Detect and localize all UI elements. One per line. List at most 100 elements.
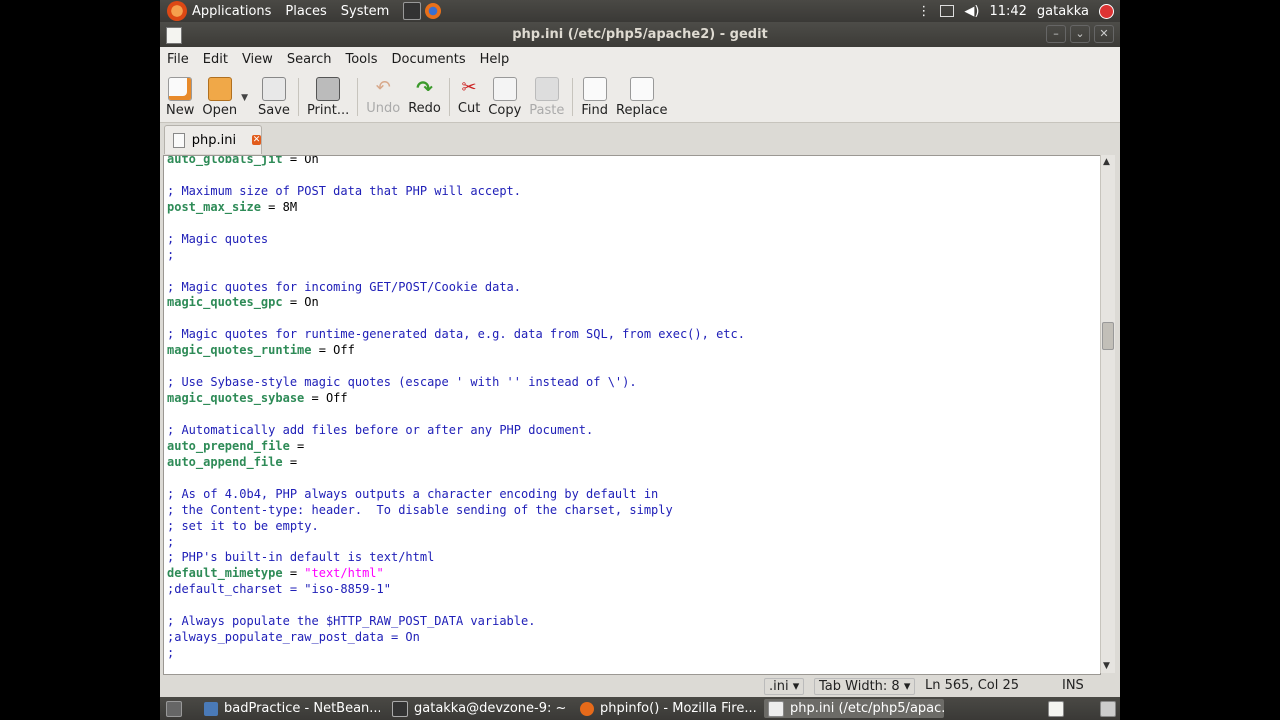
user-menu[interactable]: gatakka [1037, 4, 1089, 19]
code-line[interactable]: ; Magic quotes [167, 232, 745, 248]
code-line[interactable] [167, 359, 745, 375]
gedit-app-icon[interactable] [166, 27, 182, 44]
firefox-launcher-icon[interactable] [425, 3, 442, 19]
save-button[interactable]: Save [258, 71, 290, 118]
code-line[interactable]: ; Use Sybase-style magic quotes (escape … [167, 375, 745, 391]
code-line[interactable]: default_mimetype = "text/html" [167, 566, 745, 582]
code-line[interactable] [167, 216, 745, 232]
open-button[interactable]: Open [202, 71, 237, 118]
volume-icon[interactable]: ◀) [964, 4, 979, 19]
print-button[interactable]: Print... [307, 71, 349, 118]
places-menu[interactable]: Places [285, 4, 326, 19]
redo-label: Redo [408, 101, 441, 116]
code-line[interactable]: ;default_charset = "iso-8859-1" [167, 582, 745, 598]
tab-php-ini[interactable]: php.ini ✕ [164, 125, 262, 154]
menu-tools[interactable]: Tools [345, 52, 377, 67]
code-line[interactable]: ; [167, 248, 745, 264]
code-line[interactable] [167, 598, 745, 614]
terminal-launcher-icon[interactable] [403, 2, 422, 20]
maximize-button[interactable]: ⌄ [1070, 25, 1090, 43]
code-line[interactable]: magic_quotes_gpc = On [167, 295, 745, 311]
code-line[interactable] [167, 471, 745, 487]
system-menu[interactable]: System [341, 4, 389, 19]
taskbar-label: phpinfo() - Mozilla Fire... [600, 701, 756, 716]
vertical-scrollbar[interactable]: ▲ ▼ [1100, 155, 1115, 673]
window-titlebar[interactable]: php.ini (/etc/php5/apache2) - gedit – ⌄ … [160, 22, 1120, 47]
menu-help[interactable]: Help [480, 52, 510, 67]
menu-view[interactable]: View [242, 52, 273, 67]
paste-button[interactable]: Paste [529, 71, 564, 118]
find-button[interactable]: Find [581, 71, 608, 118]
code-line[interactable]: ; Magic quotes for runtime-generated dat… [167, 327, 745, 343]
tab-close-icon[interactable]: ✕ [252, 135, 261, 145]
code-line[interactable] [167, 311, 745, 327]
code-line[interactable]: ; PHP's built-in default is text/html [167, 550, 745, 566]
code-line[interactable]: ; Magic quotes for incoming GET/POST/Coo… [167, 280, 745, 296]
taskbar-item-firefox[interactable]: phpinfo() - Mozilla Fire... [576, 699, 756, 718]
open-label: Open [202, 103, 238, 118]
printer-icon [316, 77, 341, 101]
code-line[interactable]: magic_quotes_sybase = Off [167, 391, 745, 407]
taskbar-item-netbeans[interactable]: badPractice - NetBean... [200, 699, 380, 718]
code-key: default_mimetype [167, 566, 283, 581]
code-line[interactable]: magic_quotes_runtime = Off [167, 343, 745, 359]
menu-search[interactable]: Search [287, 52, 332, 67]
menu-edit[interactable]: Edit [203, 52, 228, 67]
copy-icon [492, 77, 517, 101]
code-comment: ; Magic quotes for incoming GET/POST/Coo… [167, 279, 522, 294]
minimize-button[interactable]: – [1046, 25, 1066, 43]
scroll-down-icon[interactable]: ▼ [1103, 661, 1110, 671]
code-line[interactable]: ; Maximum size of POST data that PHP wil… [167, 184, 745, 200]
code-line[interactable]: auto_prepend_file = [167, 439, 745, 455]
show-desktop-button[interactable] [162, 699, 184, 718]
text-editor[interactable]: auto_globals_jit = On ; Maximum size of P… [163, 155, 1101, 675]
code-key: magic_quotes_sybase [167, 391, 305, 406]
trash-applet[interactable] [1096, 699, 1118, 718]
toolbar-separator [357, 78, 359, 116]
close-button[interactable]: ✕ [1094, 25, 1114, 43]
window-list-icon[interactable] [940, 5, 955, 17]
code-line[interactable]: auto_append_file = [167, 455, 745, 471]
replace-button[interactable]: Replace [616, 71, 667, 118]
power-icon[interactable] [1099, 3, 1114, 19]
cut-button[interactable]: ✂ Cut [458, 71, 480, 116]
code-line[interactable]: auto_globals_jit = On [167, 156, 745, 168]
code-line[interactable]: ; set it to be empty. [167, 519, 745, 535]
code-value: = On [282, 295, 319, 310]
undo-button[interactable]: ↶ Undo [366, 71, 400, 116]
code-line[interactable]: ; As of 4.0b4, PHP always outputs a char… [167, 487, 745, 503]
taskbar-label: gatakka@devzone-9: ~ [414, 701, 567, 716]
language-select[interactable]: .ini ▾ [764, 678, 805, 695]
code-value: = Off [304, 391, 348, 406]
code-line[interactable]: ; [167, 646, 745, 662]
code-line[interactable] [167, 168, 745, 184]
code-line[interactable]: ; [167, 535, 745, 551]
applications-menu[interactable]: Applications [192, 4, 271, 19]
code-line[interactable]: ;always_populate_raw_post_data = On [167, 630, 745, 646]
code-line[interactable]: ; Automatically add files before or afte… [167, 423, 745, 439]
code-value: = [282, 566, 305, 581]
top-panel: Applications Places System ⋮ ◀) 11:42 ga… [160, 0, 1120, 22]
taskbar-item-terminal[interactable]: gatakka@devzone-9: ~ [388, 699, 568, 718]
clock[interactable]: 11:42 [989, 4, 1026, 19]
scroll-up-icon[interactable]: ▲ [1103, 157, 1110, 167]
code-line[interactable]: ; Always populate the $HTTP_RAW_POST_DAT… [167, 614, 745, 630]
menu-documents[interactable]: Documents [392, 52, 466, 67]
code-line[interactable]: post_max_size = 8M [167, 200, 745, 216]
paste-label: Paste [529, 103, 565, 118]
ubuntu-logo-icon[interactable] [167, 1, 187, 21]
code-comment: ;always_populate_raw_post_data = On [167, 630, 420, 645]
code-line[interactable]: ; the Content-type: header. To disable s… [167, 503, 745, 519]
menu-file[interactable]: File [167, 52, 189, 67]
code-line[interactable] [167, 407, 745, 423]
open-recent-dropdown-icon[interactable]: ▼ [241, 93, 248, 103]
code-line[interactable] [167, 264, 745, 280]
scrollbar-thumb[interactable] [1102, 322, 1114, 350]
redo-button[interactable]: ↷ Redo [408, 71, 441, 116]
notes-applet[interactable] [1044, 699, 1068, 718]
new-button[interactable]: New [166, 71, 194, 118]
code-view[interactable]: auto_globals_jit = On ; Maximum size of P… [167, 156, 745, 662]
taskbar-item-gedit[interactable]: php.ini (/etc/php5/apac... [764, 699, 944, 718]
tab-width-select[interactable]: Tab Width: 8 ▾ [814, 678, 916, 695]
copy-button[interactable]: Copy [488, 71, 521, 118]
